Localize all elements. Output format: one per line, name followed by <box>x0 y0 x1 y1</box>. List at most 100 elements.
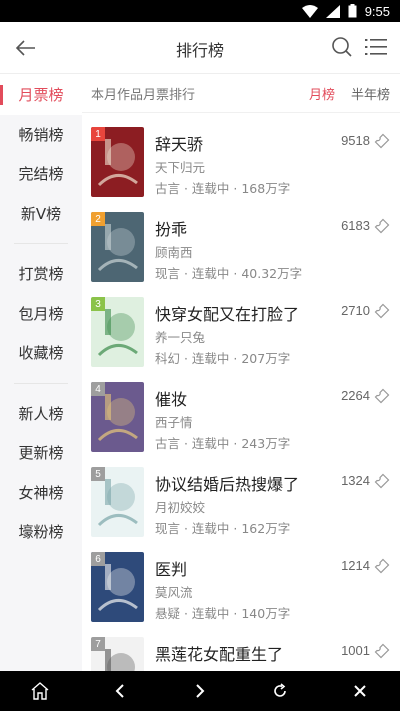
ticket-count: 1324 <box>341 473 370 488</box>
chevron-left-icon <box>115 684 124 698</box>
book-title[interactable]: 辞天骄 <box>155 131 203 155</box>
ticket-count: 2710 <box>341 303 370 318</box>
sidebar-item-new-v[interactable]: 新V榜 <box>0 194 82 234</box>
sidebar-item-bestseller[interactable]: 畅销榜 <box>0 115 82 155</box>
ticket-count: 1001 <box>341 643 370 658</box>
close-button[interactable] <box>340 671 380 711</box>
book-title[interactable]: 黑莲花女配重生了 <box>155 641 283 665</box>
book-meta: 现言 · 连载中 · 40.32万字 <box>155 266 303 281</box>
tab-half-year[interactable]: 半年榜 <box>351 84 390 103</box>
sidebar-item-reward[interactable]: 打赏榜 <box>0 254 82 294</box>
rank-badge: 3 <box>91 297 105 311</box>
ticket-icon[interactable] <box>374 388 390 404</box>
home-icon <box>31 682 49 700</box>
system-nav-bar <box>0 671 400 711</box>
sidebar-item-label: 女神榜 <box>18 483 64 502</box>
ticket-count: 1214 <box>341 558 370 573</box>
sidebar-item-label: 打赏榜 <box>18 265 64 284</box>
sidebar-item-label: 月票榜 <box>18 86 64 105</box>
sidebar-divider <box>14 243 68 244</box>
ticket-icon[interactable] <box>374 303 390 319</box>
sidebar-divider <box>14 382 68 384</box>
book-author: 莫风流 <box>155 585 193 600</box>
book-author: 西子情 <box>155 415 193 430</box>
rank-badge: 5 <box>91 467 105 481</box>
ticket-icon[interactable] <box>374 218 390 234</box>
chevron-right-icon <box>196 684 205 698</box>
list-subtitle: 本月作品月票排行 <box>91 88 196 103</box>
sidebar-item-label: 完结榜 <box>18 165 64 184</box>
sidebar-item-label: 新V榜 <box>20 204 62 223</box>
sidebar-item-completed[interactable]: 完结榜 <box>0 154 82 194</box>
book-title[interactable]: 协议结婚后热搜爆了 <box>155 471 299 495</box>
book-title[interactable]: 催妆 <box>155 386 187 410</box>
book-author: 天下归元 <box>155 160 206 175</box>
book-cover[interactable]: 3 <box>91 297 144 367</box>
book-row[interactable]: 5 协议结婚后热搜爆了 月初姣姣 现言 · 连载中 · 162万字 1324 <box>82 453 400 538</box>
book-row[interactable]: 1 辞天骄 天下归元 古言 · 连载中 · 168万字 9518 <box>82 113 400 198</box>
book-list: 1 辞天骄 天下归元 古言 · 连载中 · 168万字 9518 2 扮乖 顾南… <box>82 113 400 671</box>
back-button[interactable] <box>100 671 140 711</box>
ticket-icon[interactable] <box>374 643 390 659</box>
ticket-count: 9518 <box>341 133 370 148</box>
book-row[interactable]: 4 催妆 西子情 古言 · 连载中 · 243万字 2264 <box>82 368 400 453</box>
forward-button[interactable] <box>180 671 220 711</box>
wifi-icon <box>301 4 318 18</box>
sidebar-item-newcomer[interactable]: 新人榜 <box>0 394 82 434</box>
book-title[interactable]: 快穿女配又在打脸了 <box>155 301 299 325</box>
ticket-icon[interactable] <box>374 133 390 149</box>
rank-badge: 1 <box>91 127 105 141</box>
book-meta: 科幻 · 连载中 · 207万字 <box>155 351 291 366</box>
close-icon <box>354 685 366 697</box>
sidebar-item-label: 畅销榜 <box>18 125 64 144</box>
home-button[interactable] <box>20 671 60 711</box>
sidebar-item-monthly-ticket[interactable]: 月票榜 <box>0 75 82 115</box>
app-header: 排行榜 <box>0 22 400 74</box>
rank-badge: 2 <box>91 212 105 226</box>
sidebar-item-goddess[interactable]: 女神榜 <box>0 473 82 513</box>
sidebar-item-label: 新人榜 <box>18 404 64 423</box>
book-meta: 古言 · 连载中 · 243万字 <box>155 436 291 451</box>
book-meta: 古言 · 连载中 · 168万字 <box>155 181 291 196</box>
book-row[interactable]: 6 医判 莫风流 悬疑 · 连载中 · 140万字 1214 <box>82 538 400 623</box>
ticket-icon[interactable] <box>374 558 390 574</box>
sidebar-item-subscription[interactable]: 包月榜 <box>0 294 82 334</box>
book-cover[interactable]: 6 <box>91 552 144 622</box>
sidebar-item-label: 收藏榜 <box>18 344 64 363</box>
book-author: 月初姣姣 <box>155 500 206 515</box>
status-bar: 9:55 <box>0 0 400 22</box>
search-icon[interactable] <box>331 36 353 58</box>
rank-badge: 7 <box>91 637 105 651</box>
sidebar-item-favorites[interactable]: 收藏榜 <box>0 333 82 373</box>
sidebar-item-label: 更新榜 <box>18 444 64 463</box>
book-cover[interactable]: 7 <box>91 637 144 671</box>
refresh-button[interactable] <box>260 671 300 711</box>
book-title[interactable]: 医判 <box>155 556 187 580</box>
ranking-sidebar: 月票榜 畅销榜 完结榜 新V榜 打赏榜 包月榜 收藏榜 新人榜 更新榜 女神榜 … <box>0 75 82 671</box>
list-menu-icon[interactable] <box>365 37 387 57</box>
list-subheader: 本月作品月票排行 月榜 半年榜 <box>82 75 400 113</box>
book-meta: 悬疑 · 连载中 · 140万字 <box>155 606 291 621</box>
rank-badge: 4 <box>91 382 105 396</box>
sidebar-item-update[interactable]: 更新榜 <box>0 433 82 473</box>
refresh-icon <box>274 683 286 697</box>
book-row[interactable]: 3 快穿女配又在打脸了 养一只兔 科幻 · 连载中 · 207万字 2710 <box>82 283 400 368</box>
ticket-icon[interactable] <box>374 473 390 489</box>
book-cover[interactable]: 5 <box>91 467 144 537</box>
book-author: 养一只兔 <box>155 330 206 345</box>
sidebar-item-label: 壕粉榜 <box>18 523 64 542</box>
ranking-list-panel: 本月作品月票排行 月榜 半年榜 1 辞天骄 天下归元 古言 · 连载中 · 16… <box>82 75 400 671</box>
ticket-count: 6183 <box>341 218 370 233</box>
sidebar-item-rich-fans[interactable]: 壕粉榜 <box>0 512 82 552</box>
sidebar-item-label: 包月榜 <box>18 304 64 323</box>
book-title[interactable]: 扮乖 <box>155 216 187 240</box>
tab-monthly[interactable]: 月榜 <box>309 84 335 103</box>
book-row[interactable]: 2 扮乖 顾南西 现言 · 连载中 · 40.32万字 6183 <box>82 198 400 283</box>
battery-icon <box>348 4 357 18</box>
status-time: 9:55 <box>364 3 390 19</box>
book-row[interactable]: 7 黑莲花女配重生了 1001 <box>82 623 400 671</box>
book-cover[interactable]: 1 <box>91 127 144 197</box>
book-meta: 现言 · 连载中 · 162万字 <box>155 521 291 536</box>
book-cover[interactable]: 2 <box>91 212 144 282</box>
book-cover[interactable]: 4 <box>91 382 144 452</box>
